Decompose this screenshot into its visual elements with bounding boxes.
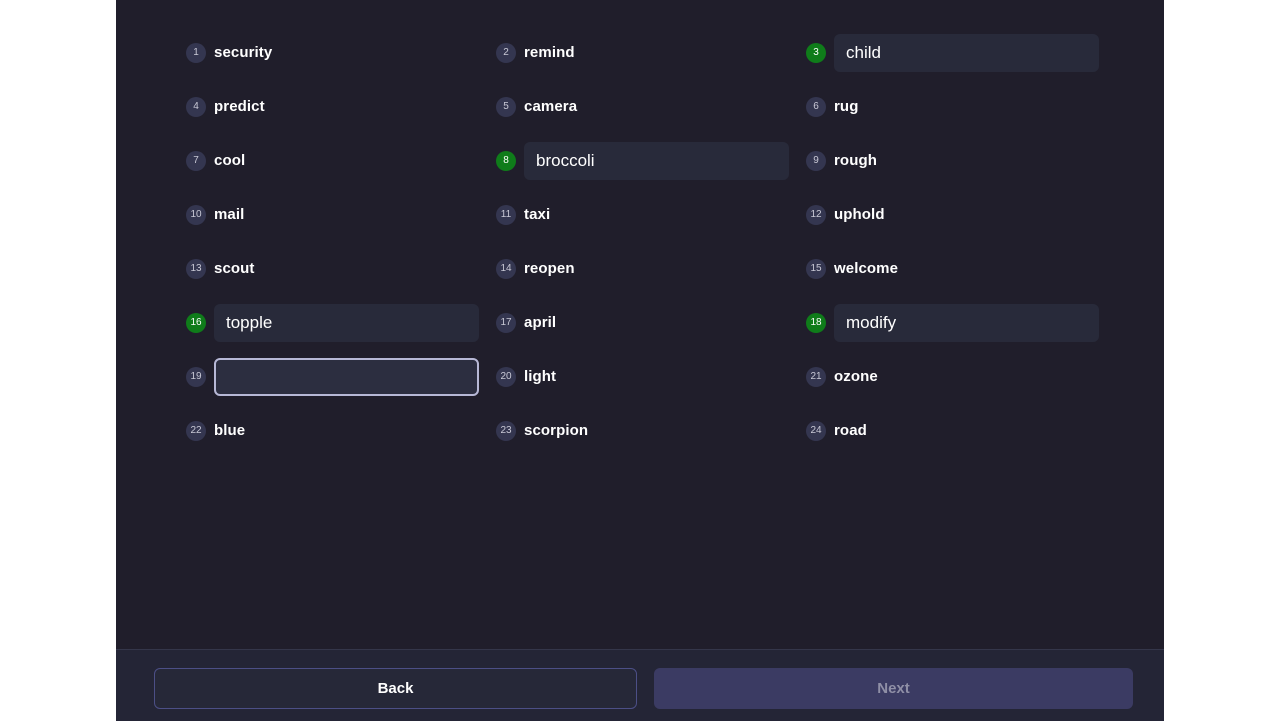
seed-word: camera xyxy=(524,98,578,115)
word-cell-22: 22 blue xyxy=(186,412,496,450)
word-cell-17: 17 april xyxy=(496,304,806,342)
seed-word: welcome xyxy=(834,260,899,277)
word-cell-15: 15 welcome xyxy=(806,250,1101,288)
seed-word: rug xyxy=(834,98,859,115)
word-cell-20: 20 light xyxy=(496,358,806,396)
word-number-badge: 6 xyxy=(806,97,826,117)
word-cell-2: 2 remind xyxy=(496,34,806,72)
word-cell-16: 16 topple xyxy=(186,304,496,342)
seed-word: taxi xyxy=(524,206,551,223)
footer-bar: Back Next xyxy=(116,649,1164,721)
seed-word: security xyxy=(214,44,273,61)
word-cell-3: 3 child xyxy=(806,34,1101,72)
back-button[interactable]: Back xyxy=(154,668,637,709)
seed-word: road xyxy=(834,422,867,439)
word-number-badge: 14 xyxy=(496,259,516,279)
seed-word: ozone xyxy=(834,368,878,385)
word-cell-19: 19 xyxy=(186,358,496,396)
seed-word: light xyxy=(524,368,557,385)
word-number-badge: 1 xyxy=(186,43,206,63)
seed-word: rough xyxy=(834,152,877,169)
word-number-badge: 7 xyxy=(186,151,206,171)
word-number-badge: 21 xyxy=(806,367,826,387)
word-number-badge: 11 xyxy=(496,205,516,225)
word-number-badge: 3 xyxy=(806,43,826,63)
word-number-badge: 24 xyxy=(806,421,826,441)
word-number-badge: 18 xyxy=(806,313,826,333)
word-cell-14: 14 reopen xyxy=(496,250,806,288)
seed-word: mail xyxy=(214,206,245,223)
word-number-badge: 23 xyxy=(496,421,516,441)
word-cell-7: 7 cool xyxy=(186,142,496,180)
seed-word: cool xyxy=(214,152,246,169)
word-cell-21: 21 ozone xyxy=(806,358,1101,396)
word-cell-12: 12 uphold xyxy=(806,196,1101,234)
word-number-badge: 8 xyxy=(496,151,516,171)
word-cell-8: 8 broccoli xyxy=(496,142,806,180)
seed-word: scorpion xyxy=(524,422,589,439)
word-cell-18: 18 modify xyxy=(806,304,1101,342)
word-number-badge: 9 xyxy=(806,151,826,171)
word-cell-1: 1 security xyxy=(186,34,496,72)
word-number-badge: 10 xyxy=(186,205,206,225)
seed-word: uphold xyxy=(834,206,885,223)
seed-word-input[interactable]: child xyxy=(834,34,1099,72)
seed-phrase-panel: 1 security 2 remind 3 child 4 predict 5 camera 6 ru… xyxy=(116,0,1164,721)
word-number-badge: 2 xyxy=(496,43,516,63)
word-cell-4: 4 predict xyxy=(186,88,496,126)
seed-word: remind xyxy=(524,44,575,61)
seed-word: reopen xyxy=(524,260,575,277)
word-number-badge: 5 xyxy=(496,97,516,117)
word-grid: 1 security 2 remind 3 child 4 predict 5 camera 6 ru… xyxy=(186,34,1101,466)
word-number-badge: 16 xyxy=(186,313,206,333)
word-number-badge: 22 xyxy=(186,421,206,441)
word-cell-11: 11 taxi xyxy=(496,196,806,234)
seed-word: scout xyxy=(214,260,255,277)
seed-word-input[interactable]: modify xyxy=(834,304,1099,342)
word-number-badge: 12 xyxy=(806,205,826,225)
word-number-badge: 20 xyxy=(496,367,516,387)
word-cell-9: 9 rough xyxy=(806,142,1101,180)
word-cell-6: 6 rug xyxy=(806,88,1101,126)
word-number-badge: 19 xyxy=(186,367,206,387)
word-number-badge: 4 xyxy=(186,97,206,117)
next-button[interactable]: Next xyxy=(654,668,1133,709)
word-number-badge: 15 xyxy=(806,259,826,279)
word-cell-13: 13 scout xyxy=(186,250,496,288)
word-cell-24: 24 road xyxy=(806,412,1101,450)
seed-word-input[interactable]: topple xyxy=(214,304,479,342)
word-cell-10: 10 mail xyxy=(186,196,496,234)
word-number-badge: 13 xyxy=(186,259,206,279)
word-cell-5: 5 camera xyxy=(496,88,806,126)
seed-word: predict xyxy=(214,98,265,115)
seed-word: blue xyxy=(214,422,246,439)
word-number-badge: 17 xyxy=(496,313,516,333)
word-cell-23: 23 scorpion xyxy=(496,412,806,450)
seed-word: april xyxy=(524,314,557,331)
seed-word-input-active[interactable] xyxy=(214,358,479,396)
seed-word-input[interactable]: broccoli xyxy=(524,142,789,180)
